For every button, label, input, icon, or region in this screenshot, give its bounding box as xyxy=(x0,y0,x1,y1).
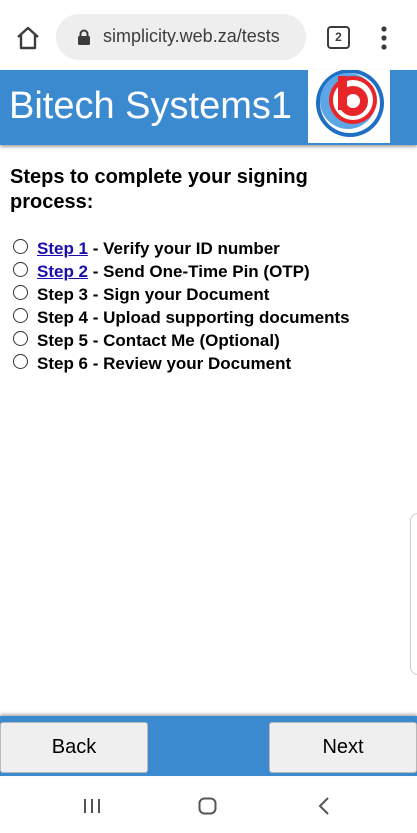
step-6-label: Step 6 xyxy=(37,354,89,373)
step-6-description: - Review your Document xyxy=(88,354,292,373)
browser-toolbar: simplicity.web.za/tests 2 xyxy=(0,0,417,72)
step-5-description: - Contact Me (Optional) xyxy=(88,331,280,350)
url-text: simplicity.web.za/tests xyxy=(103,26,280,46)
step-5-label: Step 5 xyxy=(37,331,89,350)
system-nav-bar xyxy=(0,778,417,833)
step-2-link[interactable]: Step 2 xyxy=(37,262,88,281)
company-logo xyxy=(308,69,390,143)
step-4-radio[interactable] xyxy=(13,308,28,323)
step-3-label: Step 3 xyxy=(37,285,89,304)
android-home-icon[interactable] xyxy=(198,797,217,815)
next-button[interactable]: Next xyxy=(269,722,417,773)
step-3-description: - Sign your Document xyxy=(88,285,270,304)
step-2-radio[interactable] xyxy=(13,262,28,277)
tabs-icon[interactable]: 2 xyxy=(327,26,350,49)
step-1-description: - Verify your ID number xyxy=(88,239,280,258)
back-button[interactable]: Back xyxy=(0,722,148,773)
site-title: Bitech Systems1 xyxy=(9,85,292,127)
lock-icon xyxy=(78,29,90,45)
more-vert-icon[interactable] xyxy=(380,26,388,50)
step-4-label: Step 4 xyxy=(37,308,89,327)
step-6-radio[interactable] xyxy=(13,354,28,369)
page-title: Steps to complete your signing process: xyxy=(10,166,308,213)
home-icon[interactable] xyxy=(14,24,42,52)
step-3-radio[interactable] xyxy=(13,285,28,300)
address-bar[interactable]: simplicity.web.za/tests xyxy=(56,14,306,60)
step-5-radio[interactable] xyxy=(13,331,28,346)
android-back-icon[interactable] xyxy=(318,797,330,815)
edge-panel-handle[interactable] xyxy=(410,513,417,675)
step-2-description: - Send One-Time Pin (OTP) xyxy=(88,262,310,281)
step-1-link[interactable]: Step 1 xyxy=(37,239,88,258)
step-1-radio[interactable] xyxy=(13,239,28,254)
site-header: Bitech Systems1 xyxy=(0,69,417,145)
recents-icon[interactable] xyxy=(82,798,102,814)
step-4-description: - Upload supporting documents xyxy=(88,308,350,327)
footer-nav: Back Next xyxy=(0,716,417,776)
